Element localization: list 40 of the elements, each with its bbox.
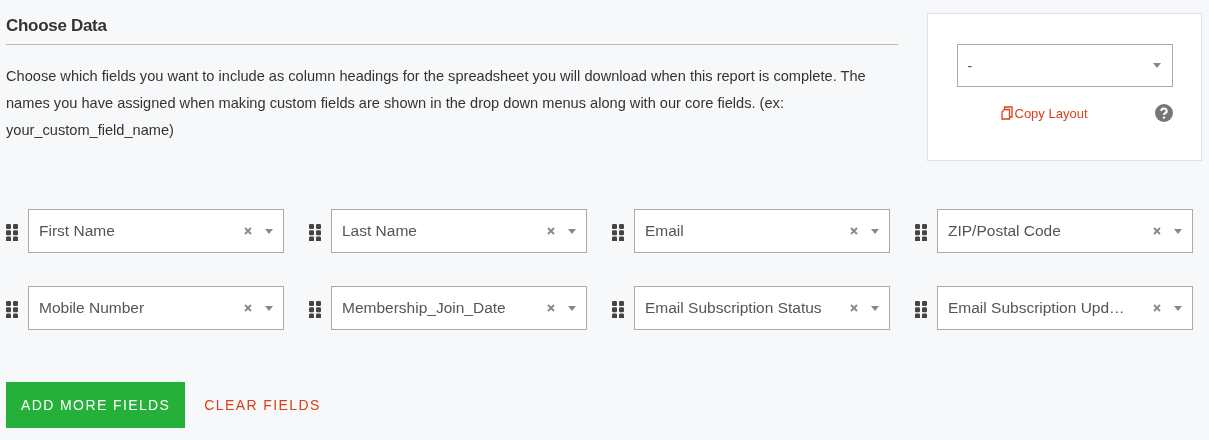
clear-icon[interactable] <box>244 304 252 312</box>
copy-layout-link[interactable]: Copy Layout <box>1000 105 1088 121</box>
caret-icon <box>1174 305 1182 311</box>
caret-icon <box>568 228 576 234</box>
help-icon[interactable] <box>1154 104 1173 122</box>
clear-icon[interactable] <box>850 227 858 235</box>
caret-icon <box>871 228 879 234</box>
caret-icon <box>871 305 879 311</box>
field-select[interactable]: Mobile Number <box>28 286 284 330</box>
caret-icon <box>1174 228 1182 234</box>
field-select[interactable]: Membership_Join_Date <box>331 286 587 330</box>
caret-icon <box>265 305 273 311</box>
clear-icon[interactable] <box>850 304 858 312</box>
clear-icon[interactable] <box>1153 304 1161 312</box>
field-select[interactable]: First Name <box>28 209 284 253</box>
field-select[interactable]: Email <box>634 209 890 253</box>
caret-icon <box>1152 63 1161 68</box>
drag-handle-icon[interactable] <box>309 224 321 241</box>
copy-icon <box>1000 106 1013 120</box>
clear-icon[interactable] <box>1153 227 1161 235</box>
description-text: Choose which fields you want to include as column headings for the spreadsheet you will download when this report is complete. The names you have assigned when making custom fields are shown in the drop down menus along with our core fields. (ex: your_custom_field_name) <box>6 67 867 140</box>
drag-handle-icon[interactable] <box>915 224 927 241</box>
layout-select[interactable]: - <box>956 44 1173 87</box>
caret-icon <box>568 305 576 311</box>
section-title: Choose Data <box>6 15 108 37</box>
drag-handle-icon[interactable] <box>612 301 624 318</box>
field-select[interactable]: Email Subscription Status <box>634 286 890 330</box>
drag-handle-icon[interactable] <box>612 224 624 241</box>
drag-handle-icon[interactable] <box>6 301 18 318</box>
clear-fields-link[interactable]: CLEAR FIELDS <box>204 397 321 413</box>
field-select[interactable]: Email Subscription Upd… <box>937 286 1193 330</box>
field-select[interactable]: ZIP/Postal Code <box>937 209 1193 253</box>
clear-icon[interactable] <box>547 304 555 312</box>
clear-icon[interactable] <box>547 227 555 235</box>
field-select[interactable]: Last Name <box>331 209 587 253</box>
clear-icon[interactable] <box>244 227 252 235</box>
drag-handle-icon[interactable] <box>915 301 927 318</box>
drag-handle-icon[interactable] <box>6 224 18 241</box>
drag-handle-icon[interactable] <box>309 301 321 318</box>
caret-icon <box>265 228 273 234</box>
